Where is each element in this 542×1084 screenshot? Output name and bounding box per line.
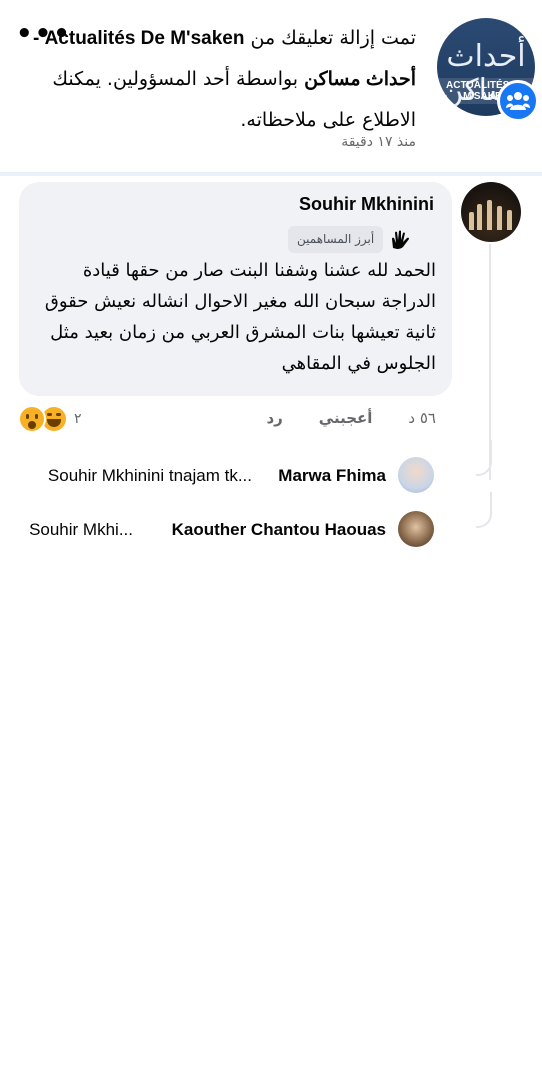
comment-author-avatar[interactable]	[461, 182, 521, 242]
comment-actions: ٥٦ د أعجبني رد	[262, 409, 436, 433]
reply-preview-text: Souhir Mkhinini tnajam tk...	[47, 466, 252, 485]
wow-emoji-icon	[18, 405, 46, 433]
reactions-summary[interactable]: ٢	[18, 404, 82, 434]
comment-body: الحمد لله عشنا وشفنا البنت صار من حقها ق…	[44, 260, 436, 374]
reply-button[interactable]: رد	[266, 409, 282, 433]
comment-time: ٥٦ د	[408, 409, 436, 427]
top-fan-icon	[383, 226, 417, 253]
badge-label: أبرز المساهمين	[288, 226, 384, 253]
like-button[interactable]: أعجبني	[319, 409, 373, 433]
notification-text-pre: تمت إزالة تعليقك من	[244, 27, 416, 49]
reply-preview[interactable]: Kaouther Chantou Haouas Souhir Mkhi...	[0, 509, 542, 549]
notification-message: تمت إزالة تعليقك من Actualités De M'sake…	[24, 18, 416, 140]
reply-author-avatar[interactable]	[398, 457, 434, 493]
reply-preview[interactable]: Marwa Fhima Souhir Mkhinini tnajam tk...	[0, 455, 542, 495]
group-icon	[497, 80, 539, 122]
reply-author-avatar[interactable]	[398, 511, 434, 547]
comment-author-name[interactable]: Souhir Mkhinini	[299, 194, 434, 215]
reply-author-name[interactable]: Kaouther Chantou Haouas	[172, 520, 386, 540]
reply-author-name[interactable]: Marwa Fhima	[278, 466, 386, 486]
top-contributor-badge: أبرز المساهمين	[288, 226, 417, 253]
notification-time: منذ ١٧ دقيقة	[341, 134, 416, 150]
more-horizontal-icon[interactable]: •••	[16, 21, 72, 47]
section-divider	[0, 172, 542, 176]
reply-preview-text: Souhir Mkhi...	[29, 520, 133, 539]
reaction-count: ٢	[74, 411, 82, 427]
